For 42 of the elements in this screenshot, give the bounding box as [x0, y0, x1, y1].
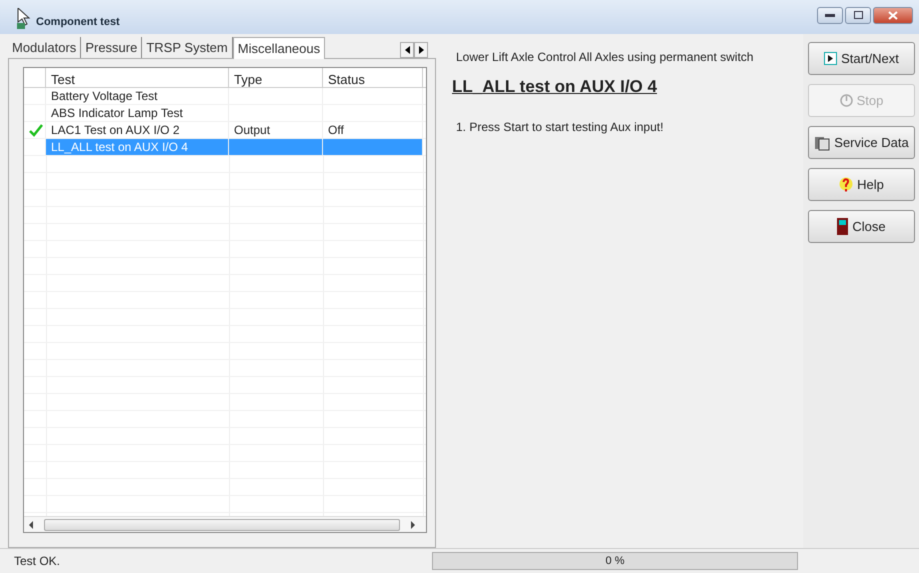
close-button[interactable]: Close: [808, 210, 915, 243]
table-cell: ABS Indicator Lamp Test: [46, 105, 229, 121]
door-icon: [837, 218, 848, 235]
app-icon: [16, 8, 32, 30]
column-header[interactable]: Test: [46, 68, 229, 87]
close-window-button[interactable]: [873, 6, 913, 24]
test-heading: LL_ALL test on AUX I/O 4: [452, 76, 658, 98]
tab[interactable]: Miscellaneous: [232, 36, 326, 59]
action-button[interactable]: Start/Next: [808, 42, 915, 75]
action-button[interactable]: Service Data: [808, 126, 915, 159]
tab-scroll-right-button[interactable]: [414, 42, 428, 58]
column-header[interactable]: Type: [229, 68, 323, 87]
scrollbar-thumb[interactable]: [44, 518, 400, 530]
maximize-icon: [854, 11, 862, 19]
documents-icon: [814, 134, 830, 150]
scroll-left-icon[interactable]: [28, 520, 34, 528]
column-header[interactable]: Status: [323, 68, 423, 87]
table-cell: LL_ALL test on AUX I/O 4: [46, 139, 229, 155]
help-button[interactable]: Help: [808, 168, 915, 201]
table-row[interactable]: Battery Voltage Test: [46, 88, 423, 104]
table-row[interactable]: LAC1 Test on AUX I/O 2 Output Off: [46, 122, 423, 138]
table-cell: Off: [323, 122, 423, 138]
table-cell: Battery Voltage Test: [46, 88, 229, 104]
table-cell: LAC1 Test on AUX I/O 2: [46, 122, 229, 138]
play-icon: [824, 52, 838, 65]
instruction-text: 1. Press Start to start testing Aux input!: [455, 118, 664, 136]
maximize-button[interactable]: [845, 6, 871, 24]
scroll-right-icon[interactable]: [410, 520, 416, 528]
minimize-button[interactable]: [817, 6, 843, 24]
help-icon: [839, 176, 854, 192]
left-arrow-icon: [404, 46, 410, 54]
tab-scroll-left-button[interactable]: [400, 42, 414, 58]
test-description: Lower Lift Axle Control All Axles using permanent switch: [455, 49, 754, 66]
table-cell: Output: [229, 122, 323, 138]
right-arrow-icon: [418, 46, 424, 54]
window-title: Component test: [36, 14, 120, 30]
stop-icon: [840, 94, 853, 107]
minimize-icon: [825, 14, 835, 16]
status-message: Test OK.: [13, 553, 62, 570]
table-row[interactable]: ABS Indicator Lamp Test: [46, 105, 423, 121]
progress-reading: 0 %: [606, 554, 624, 569]
close-icon: [888, 10, 898, 20]
